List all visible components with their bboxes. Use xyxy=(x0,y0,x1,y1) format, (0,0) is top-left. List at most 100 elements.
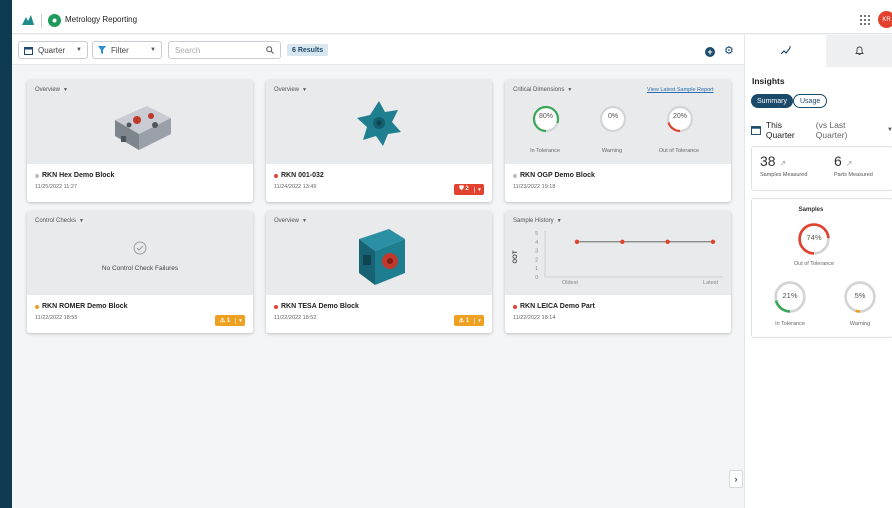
gauge-label: Warning xyxy=(601,148,623,154)
insights-panel: Insights Summary Usage This Quarter (vs … xyxy=(744,35,892,508)
panel-tabs xyxy=(745,35,892,67)
tab-usage[interactable]: Usage xyxy=(793,94,828,108)
search-input[interactable] xyxy=(175,45,265,55)
gear-icon[interactable]: ⚙ xyxy=(724,46,734,57)
view-dropdown[interactable]: Overview ▼ xyxy=(274,218,307,224)
results-count-badge: 6 Results xyxy=(287,44,329,56)
view-sample-report-link[interactable]: View Latest Sample Report xyxy=(647,87,714,93)
card-title[interactable]: RKN OGP Demo Block xyxy=(513,172,595,179)
gauge-warning: 5% Warning xyxy=(842,279,878,327)
card-leica-demo-part[interactable]: Sample History ▼ OOT 5 4 3 2 1 0 Oldest Latest R… xyxy=(505,211,731,333)
period-dropdown[interactable]: This Quarter (vs Last Quarter) ▼ xyxy=(751,120,892,140)
quarter-dropdown[interactable]: Quarter ▼ xyxy=(18,41,88,59)
expand-panel-button[interactable]: › xyxy=(729,470,743,488)
stat-parts-measured: 6 ↗ Parts Measured xyxy=(834,153,873,178)
y-tick-label: 1 xyxy=(535,266,538,272)
control-check-message: No Control Check Failures xyxy=(101,265,179,272)
gauge-in-tolerance: 80% In Tolerance xyxy=(530,104,561,154)
status-dot xyxy=(513,173,517,178)
gauge-value: 21% xyxy=(782,291,798,300)
card-hex-demo-block[interactable]: Overview ▼ RKN Hex Demo Block 11/25/2022 … xyxy=(27,80,253,202)
stat-samples-measured: 38 ↗ Samples Measured xyxy=(760,153,807,178)
card-romer-demo-block[interactable]: Control Checks ▼ No Control Check Failure… xyxy=(27,211,253,333)
status-dot xyxy=(274,304,278,309)
chevron-down-icon: ▾ xyxy=(474,317,484,324)
y-tick-label: 0 xyxy=(535,275,538,281)
check-circle-icon xyxy=(133,241,147,255)
card-ogp-demo-block[interactable]: Critical Dimensions ▼ View Latest Sample … xyxy=(505,80,731,202)
card-title[interactable]: RKN TESA Demo Block xyxy=(274,303,359,310)
gauge-in-tolerance: 21% In Tolerance xyxy=(772,279,808,327)
stat-value: 38 xyxy=(760,153,776,169)
stats-box: 38 ↗ Samples Measured 6 ↗ Parts Measured xyxy=(751,146,892,191)
search-icon[interactable] xyxy=(266,46,274,54)
warning-badge[interactable]: ⚠ 1 ▾ xyxy=(215,315,245,326)
y-tick-label: 5 xyxy=(535,231,538,237)
tab-summary[interactable]: Summary xyxy=(751,94,793,108)
stat-label: Parts Measured xyxy=(834,172,873,178)
chevron-down-icon: ▾ xyxy=(235,317,245,324)
card-preview: Overview ▼ xyxy=(266,80,492,164)
filter-icon xyxy=(98,46,106,54)
gauge-value: 74% xyxy=(806,233,822,242)
card-preview: Overview ▼ xyxy=(27,80,253,164)
view-dropdown[interactable]: Overview ▼ xyxy=(274,87,307,93)
card-tesa-demo-block[interactable]: Overview ▼ RKN TESA Demo Block 11/22/2022… xyxy=(266,211,492,333)
calendar-icon xyxy=(751,126,761,135)
insights-heading: Insights xyxy=(752,76,785,86)
chevron-down-icon: ▼ xyxy=(887,127,892,133)
gauge-value: 0% xyxy=(607,113,619,120)
chevron-down-icon: ▼ xyxy=(76,47,82,53)
trend-icon: ↗ xyxy=(845,159,853,168)
apps-grid-icon[interactable] xyxy=(860,15,870,25)
part-model-image xyxy=(115,106,171,150)
data-point[interactable] xyxy=(665,239,670,244)
y-tick-label: 2 xyxy=(535,257,538,263)
card-date: 11/22/2022 18:55 xyxy=(35,315,78,321)
y-tick-label: 4 xyxy=(535,240,538,246)
data-point[interactable] xyxy=(620,239,625,244)
bell-icon xyxy=(855,46,864,55)
card-title[interactable]: RKN 001-032 xyxy=(274,172,324,179)
data-point[interactable] xyxy=(574,239,580,244)
filter-dropdown[interactable]: Filter ▼ xyxy=(92,41,162,59)
gauge-out-of-tolerance: 74% Out of Tolerance xyxy=(794,221,834,267)
period-compare: (vs Last Quarter) xyxy=(815,120,848,140)
gauge-value: 20% xyxy=(672,113,687,120)
warning-badge[interactable]: ⚠ 1 ▾ xyxy=(454,315,484,326)
y-tick-label: 3 xyxy=(535,249,538,255)
view-dropdown[interactable]: Overview ▼ xyxy=(35,87,68,93)
card-preview: Critical Dimensions ▼ View Latest Sample … xyxy=(505,80,731,164)
stat-label: Samples Measured xyxy=(760,172,808,178)
quarter-label: Quarter xyxy=(38,45,66,55)
sparkle-chart-icon xyxy=(780,46,791,55)
alert-badge[interactable]: ⛊ 2 ▾ xyxy=(454,184,484,195)
view-dropdown[interactable]: Control Checks ▼ xyxy=(35,218,84,224)
gauge-label: Out of Tolerance xyxy=(793,261,835,267)
tab-notifications[interactable] xyxy=(826,35,892,67)
search-box xyxy=(168,41,281,59)
card-rkn-001-032[interactable]: Overview ▼ RKN 001-032 11/24/2022 13:49 ⛊… xyxy=(266,80,492,202)
card-preview: Overview ▼ xyxy=(266,211,492,295)
add-button[interactable]: + xyxy=(705,47,715,57)
card-preview: Sample History ▼ OOT 5 4 3 2 1 0 Oldest Latest xyxy=(505,211,731,295)
data-point[interactable] xyxy=(710,239,716,244)
samples-title: Samples xyxy=(798,207,824,213)
brand-logo-icon[interactable] xyxy=(22,15,34,25)
card-date: 11/24/2022 13:49 xyxy=(274,184,317,190)
card-title[interactable]: RKN Hex Demo Block xyxy=(35,172,114,179)
status-dot xyxy=(274,173,278,178)
status-dot xyxy=(35,304,39,309)
tab-insights[interactable] xyxy=(745,35,826,67)
part-model-image xyxy=(357,101,401,146)
gauge-label: Out of Tolerance xyxy=(658,148,700,154)
view-dropdown[interactable]: Critical Dimensions ▼ xyxy=(513,87,572,93)
stat-value: 6 xyxy=(834,153,842,169)
gauge-value: 5% xyxy=(854,291,866,300)
period-label: This Quarter xyxy=(765,120,795,140)
card-title[interactable]: RKN LEICA Demo Part xyxy=(513,303,595,310)
card-title[interactable]: RKN ROMER Demo Block xyxy=(35,303,128,310)
gauge-warning: 0% Warning xyxy=(598,104,628,154)
user-avatar[interactable]: KR xyxy=(878,11,892,28)
status-dot xyxy=(35,173,39,178)
